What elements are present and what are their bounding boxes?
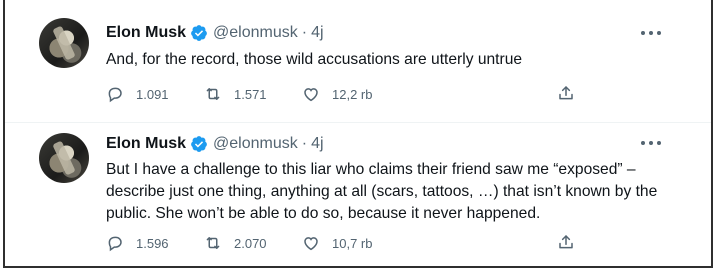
reply-button[interactable]: 1.091 xyxy=(106,85,204,103)
retweet-icon xyxy=(206,237,220,249)
share-button[interactable] xyxy=(557,84,575,105)
share-icon xyxy=(559,234,573,248)
separator-dot: · xyxy=(301,135,308,152)
like-icon xyxy=(304,237,318,251)
tweet-text: But I have a challenge to this liar who … xyxy=(106,161,658,222)
tweet-actions: 1.091 1.571 12,2 rb xyxy=(106,85,573,103)
tweet[interactable]: Elon Musk @elonmusk · 4j And, for the re… xyxy=(5,0,711,123)
timeline: Elon Musk @elonmusk · 4j And, for the re… xyxy=(3,0,713,268)
separator-dot: · xyxy=(301,24,308,41)
retweet-count: 2.070 xyxy=(234,235,267,251)
reply-icon xyxy=(108,87,122,103)
retweet-button[interactable]: 1.571 xyxy=(204,85,302,103)
like-button[interactable]: 10,7 rb xyxy=(302,234,400,252)
retweet-button[interactable]: 2.070 xyxy=(204,234,302,252)
retweet-icon xyxy=(206,88,220,100)
tweet-timestamp[interactable]: 4j xyxy=(311,135,323,153)
reply-count: 1.596 xyxy=(136,235,169,251)
author-name[interactable]: Elon Musk xyxy=(106,24,186,42)
avatar[interactable] xyxy=(39,18,89,68)
tweet[interactable]: Elon Musk @elonmusk · 4j But I have a ch… xyxy=(5,123,711,266)
like-count: 12,2 rb xyxy=(332,86,373,102)
tweet-header: Elon Musk @elonmusk · 4j xyxy=(106,133,324,155)
reply-icon xyxy=(108,236,122,252)
author-handle[interactable]: @elonmusk xyxy=(213,24,298,42)
tweet-header: Elon Musk @elonmusk · 4j xyxy=(106,22,324,44)
tweet-actions: 1.596 2.070 10,7 rb xyxy=(106,234,573,252)
like-icon xyxy=(304,88,318,102)
retweet-count: 1.571 xyxy=(234,86,267,102)
share-button[interactable] xyxy=(557,233,575,254)
like-count: 10,7 rb xyxy=(332,235,373,251)
tweet-text: And, for the record, those wild accusati… xyxy=(106,51,523,68)
reply-count: 1.091 xyxy=(136,86,169,102)
author-name[interactable]: Elon Musk xyxy=(106,135,186,153)
avatar[interactable] xyxy=(39,133,89,183)
more-icon[interactable] xyxy=(641,140,661,146)
verified-badge-icon xyxy=(191,136,207,152)
share-icon xyxy=(559,85,573,99)
tweet-timestamp[interactable]: 4j xyxy=(311,24,323,42)
like-button[interactable]: 12,2 rb xyxy=(302,85,400,103)
verified-badge-icon xyxy=(191,25,207,41)
author-handle[interactable]: @elonmusk xyxy=(213,135,298,153)
reply-button[interactable]: 1.596 xyxy=(106,234,204,252)
more-icon[interactable] xyxy=(641,30,661,36)
